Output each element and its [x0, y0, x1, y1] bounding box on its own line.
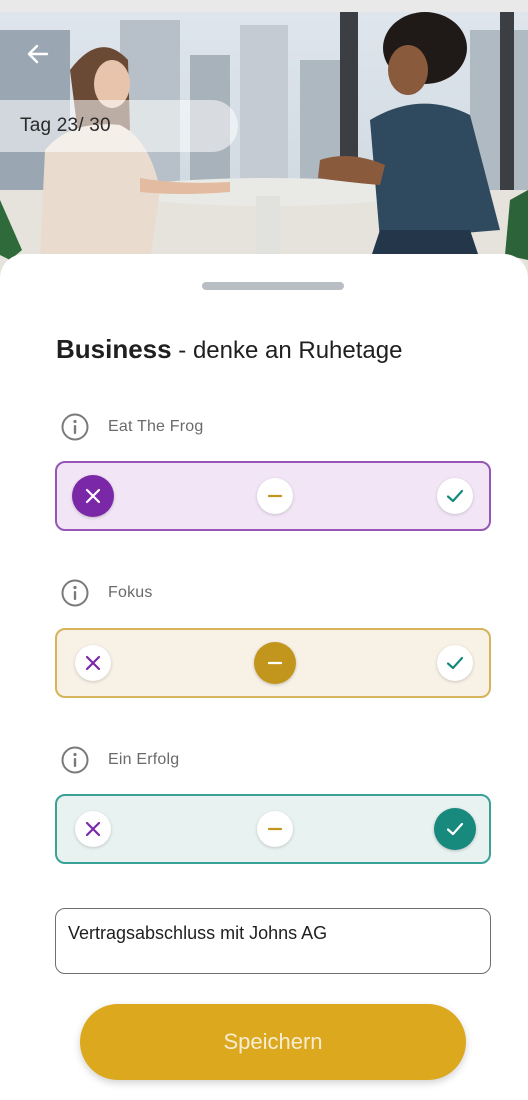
status-edge [0, 0, 528, 12]
option-yes-button[interactable] [437, 478, 473, 514]
save-button[interactable]: Speichern [80, 1004, 466, 1080]
option-yes-button[interactable] [434, 808, 476, 850]
bottom-sheet: Business - denke an Ruhetage Eat The Fro… [0, 254, 528, 1100]
choice-group-fokus [55, 628, 491, 698]
question-label: Eat The Frog [108, 418, 204, 435]
option-neutral-button[interactable] [254, 642, 296, 684]
question-row-fokus: Fokus [60, 578, 153, 608]
info-icon[interactable] [60, 745, 90, 775]
close-icon [85, 488, 101, 504]
option-no-button[interactable] [75, 811, 111, 847]
category-title: Business [56, 334, 172, 364]
minus-icon [267, 661, 283, 665]
question-row-eat-the-frog: Eat The Frog [60, 412, 204, 442]
sheet-drag-handle[interactable] [202, 282, 344, 290]
category-subtitle: - denke an Ruhetage [171, 337, 403, 364]
option-neutral-button[interactable] [257, 478, 293, 514]
back-button[interactable] [20, 36, 56, 72]
note-input[interactable]: Vertragsabschluss mit Johns AG [55, 908, 491, 974]
minus-icon [267, 827, 283, 831]
phone-screen: Tag 23/ 30 Business - denke an Ruhetage … [0, 0, 528, 1100]
option-neutral-button[interactable] [257, 811, 293, 847]
question-label: Fokus [108, 584, 153, 601]
minus-icon [267, 494, 283, 498]
page-title: Business - denke an Ruhetage [56, 334, 402, 365]
check-icon [446, 822, 464, 836]
check-icon [446, 489, 464, 503]
check-icon [446, 656, 464, 670]
option-no-button[interactable] [72, 475, 114, 517]
close-icon [85, 655, 101, 671]
choice-group-eat-the-frog [55, 461, 491, 531]
question-label: Ein Erfolg [108, 751, 180, 768]
info-icon[interactable] [60, 412, 90, 442]
question-row-ein-erfolg: Ein Erfolg [60, 745, 179, 775]
arrow-left-icon [27, 44, 49, 64]
close-icon [85, 821, 101, 837]
info-icon[interactable] [60, 578, 90, 608]
option-no-button[interactable] [75, 645, 111, 681]
choice-group-ein-erfolg [55, 794, 491, 864]
day-counter: Tag 23/ 30 [0, 100, 238, 152]
option-yes-button[interactable] [437, 645, 473, 681]
